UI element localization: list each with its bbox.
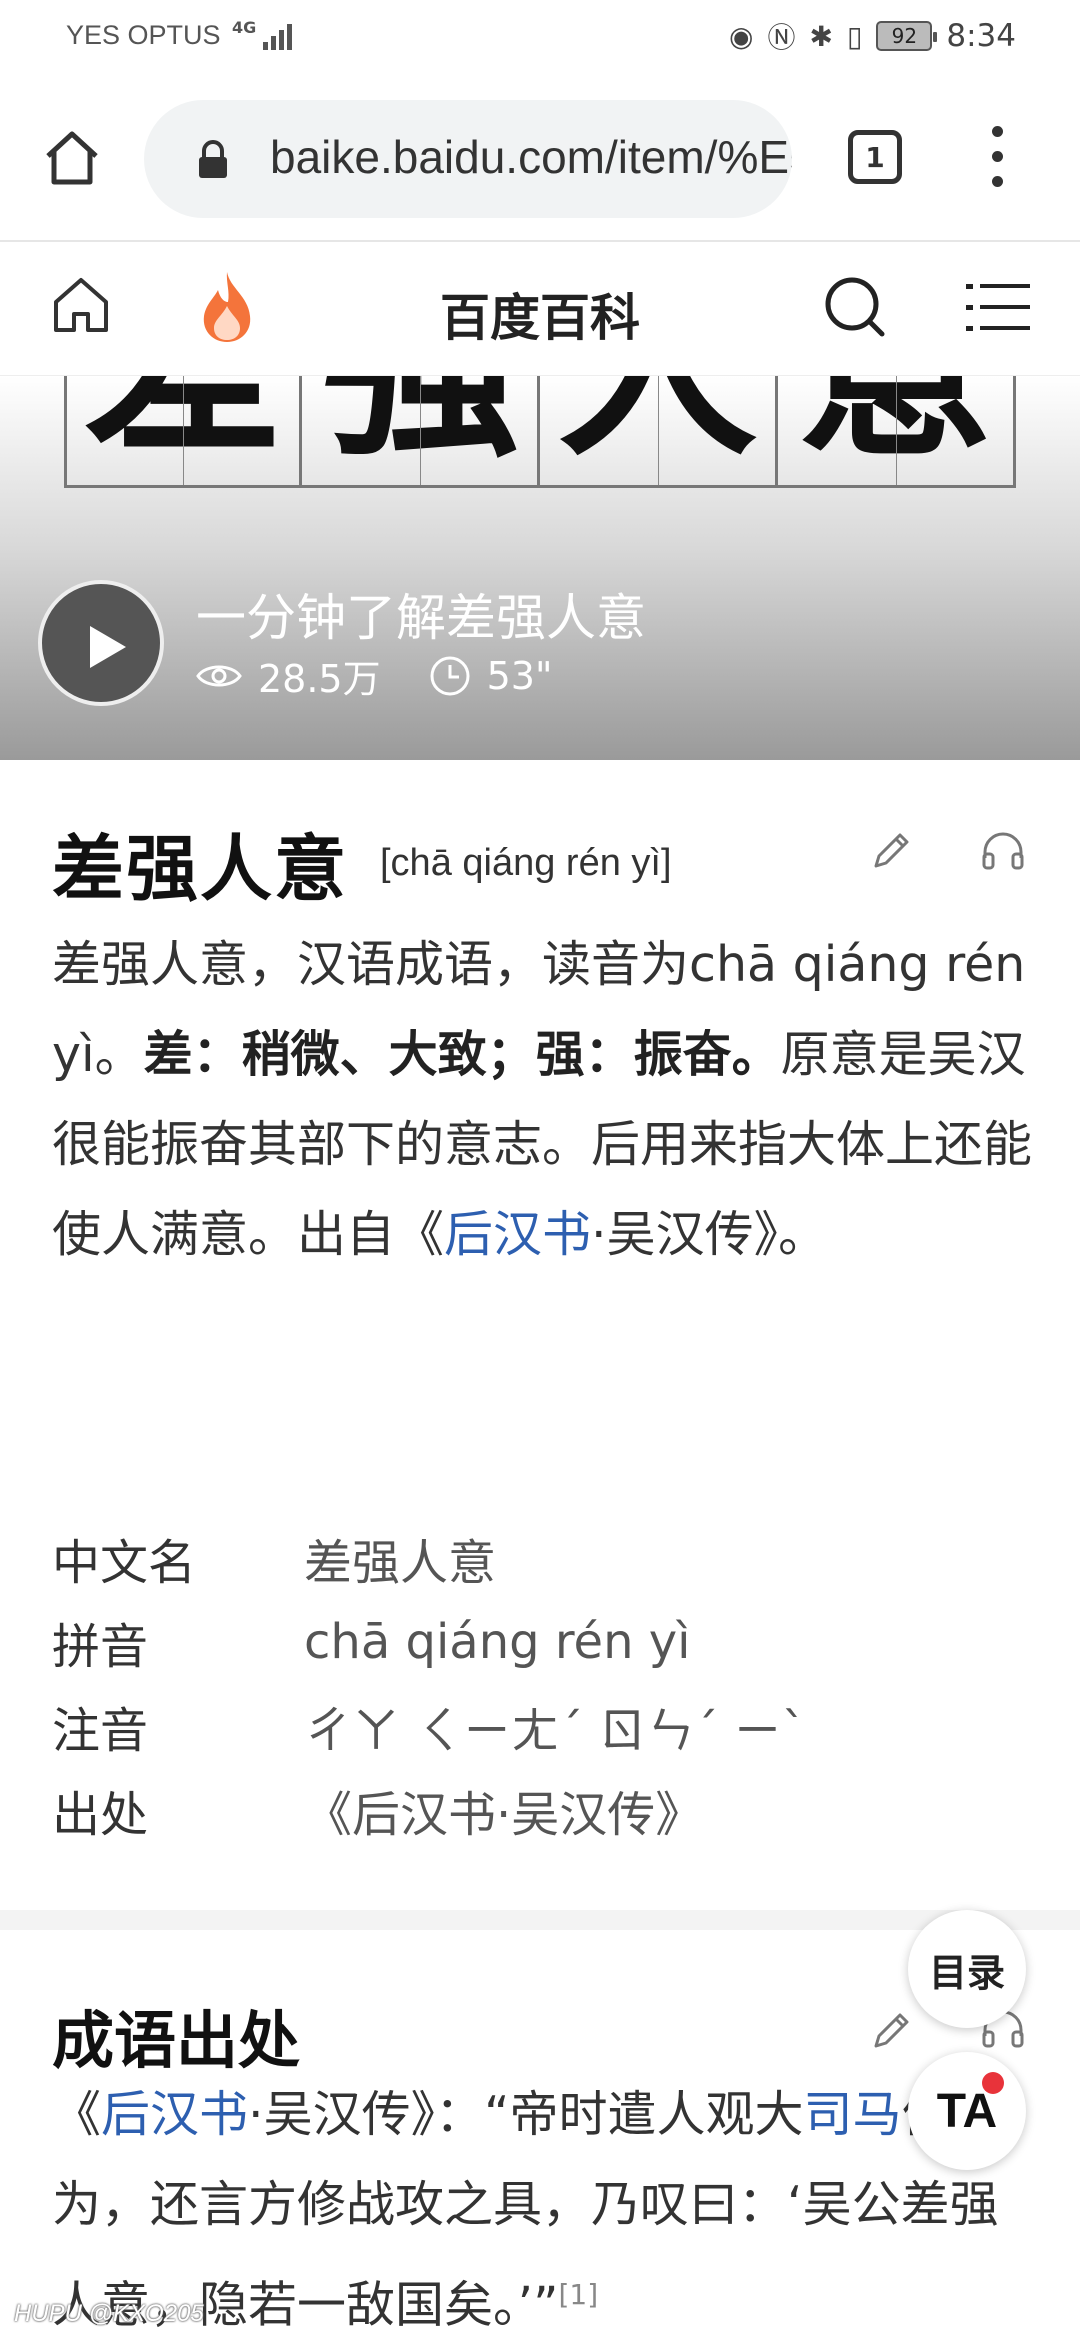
network-type: 4G bbox=[232, 18, 257, 37]
signal-icon: 4G bbox=[232, 18, 293, 50]
notification-dot bbox=[982, 2072, 1004, 2094]
calligraphy-image: 差 强 人 意 bbox=[64, 376, 1016, 488]
summary-text: ·吴汉传》。 bbox=[591, 1206, 828, 1263]
video-duration: 53" bbox=[486, 653, 553, 698]
browser-home-icon[interactable] bbox=[40, 126, 104, 190]
play-button[interactable] bbox=[38, 580, 164, 706]
menu-list-icon[interactable] bbox=[966, 278, 1030, 336]
info-label: 中文名 bbox=[52, 1535, 197, 1591]
reference-marker[interactable]: [1] bbox=[558, 2278, 598, 2311]
edit-pencil-icon[interactable] bbox=[870, 828, 914, 872]
watermark: HUPU @KXO205 bbox=[14, 2300, 204, 2327]
headphones-icon[interactable] bbox=[980, 828, 1026, 872]
section-divider bbox=[0, 1910, 1080, 1930]
site-title[interactable]: 百度百科 bbox=[0, 278, 1080, 350]
battery-icon: 92 bbox=[876, 21, 938, 51]
status-icons: ◉ Ⓝ ✱ ▯ 92 8:34 bbox=[729, 16, 1016, 56]
ta-button[interactable]: TA bbox=[908, 2052, 1026, 2170]
section-title: 成语出处 bbox=[52, 2004, 301, 2077]
video-meta: 28.5万 53" bbox=[196, 648, 552, 703]
edit-pencil-icon[interactable] bbox=[870, 2008, 914, 2052]
entry-summary: 差强人意，汉语成语，读音为chā qiáng rén yì。差：稍微、大致；强：… bbox=[52, 920, 1042, 1280]
quote-text: ·吴汉传》：“帝时遣人观大 bbox=[248, 2086, 804, 2143]
clock-time: 8:34 bbox=[946, 18, 1016, 54]
info-row: 拼音 chā qiáng rén yì bbox=[52, 1600, 1032, 1684]
entry-pinyin: [chā qiáng rén yì] bbox=[380, 842, 672, 884]
basic-info-table: 中文名 差强人意 拼音 chā qiáng rén yì 注音 ㄔㄚ ㄑㄧㄤˊ … bbox=[52, 1516, 1032, 1852]
status-bar: YES OPTUS 4G ◉ Ⓝ ✱ ▯ 92 8:34 bbox=[0, 0, 1080, 76]
info-label: 出处 bbox=[52, 1787, 149, 1843]
table-of-contents-button[interactable]: 目录 bbox=[908, 1910, 1026, 2028]
glyph-cell: 强 bbox=[302, 376, 540, 488]
info-row: 出处 《后汉书·吴汉传》 bbox=[52, 1768, 1032, 1852]
browser-toolbar: baike.baidu.com/item/%E5%B7%AE 1 bbox=[0, 76, 1080, 242]
entry-title: 差强人意 bbox=[52, 827, 349, 911]
browser-menu-icon[interactable] bbox=[990, 126, 1004, 192]
bluetooth-icon: ✱ bbox=[809, 19, 833, 53]
site-header: 百度百科 bbox=[0, 242, 1080, 376]
summary-definition: 差：稍微、大致；强：振奋。 bbox=[143, 1026, 781, 1083]
info-value: 《后汉书·吴汉传》 bbox=[304, 1787, 704, 1843]
houhanshu-link[interactable]: 后汉书 bbox=[444, 1206, 591, 1263]
nfc-icon: Ⓝ bbox=[767, 21, 796, 54]
eye-comfort-icon: ◉ bbox=[729, 19, 754, 53]
lock-icon bbox=[199, 140, 227, 178]
glyph-cell: 人 bbox=[540, 376, 778, 488]
sima-link[interactable]: 司马 bbox=[804, 2086, 902, 2143]
address-bar[interactable]: baike.baidu.com/item/%E5%B7%AE bbox=[144, 100, 792, 218]
info-value: chā qiáng rén yì bbox=[304, 1614, 691, 1670]
play-icon bbox=[90, 626, 126, 668]
views-eye-icon bbox=[196, 665, 242, 686]
info-value: ㄔㄚ ㄑㄧㄤˊ ㄖㄣˊ ㄧˋ bbox=[304, 1703, 806, 1759]
houhanshu-link[interactable]: 后汉书 bbox=[101, 2086, 248, 2143]
video-banner[interactable]: 差 强 人 意 一分钟了解差强人意 28.5万 53" bbox=[0, 376, 1080, 760]
video-title[interactable]: 一分钟了解差强人意 bbox=[196, 578, 646, 650]
info-label: 注音 bbox=[52, 1703, 149, 1759]
vibrate-icon: ▯ bbox=[846, 19, 863, 53]
info-row: 注音 ㄔㄚ ㄑㄧㄤˊ ㄖㄣˊ ㄧˋ bbox=[52, 1684, 1032, 1768]
info-row: 中文名 差强人意 bbox=[52, 1516, 1032, 1600]
view-count: 28.5万 bbox=[258, 657, 381, 701]
info-value: 差强人意 bbox=[304, 1535, 497, 1591]
info-label: 拼音 bbox=[52, 1619, 149, 1675]
quote-text: 《 bbox=[52, 2086, 102, 2143]
tab-switcher-button[interactable]: 1 bbox=[848, 130, 902, 184]
url-text[interactable]: baike.baidu.com/item/%E5%B7%AE bbox=[270, 130, 792, 184]
glyph-cell: 差 bbox=[64, 376, 302, 488]
search-icon[interactable] bbox=[822, 274, 888, 340]
carrier-name: YES OPTUS bbox=[66, 20, 221, 50]
clock-icon bbox=[430, 656, 470, 695]
glyph-cell: 意 bbox=[778, 376, 1016, 488]
